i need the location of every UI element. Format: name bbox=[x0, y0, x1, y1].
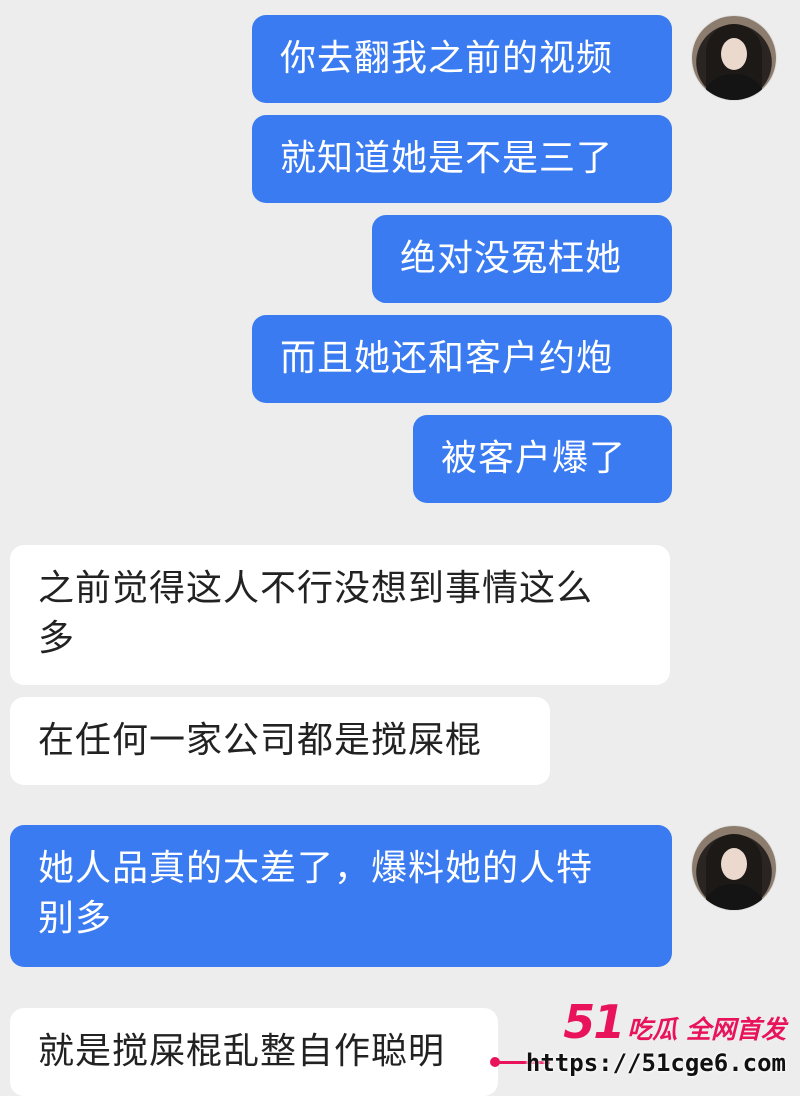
watermark-brand-tag: 吃瓜 全网首发 bbox=[627, 1015, 786, 1044]
message-bubble-sent[interactable]: 她人品真的太差了，爆料她的人特 别多 bbox=[10, 825, 672, 967]
message-bubble-sent[interactable]: 而且她还和客户约炮 bbox=[252, 315, 672, 403]
user-avatar[interactable] bbox=[692, 826, 776, 910]
watermark-brand: 51 吃瓜 全网首发 bbox=[563, 995, 786, 1049]
message-bubble-sent[interactable]: 你去翻我之前的视频 bbox=[252, 15, 672, 103]
watermark-url: https://51cge6.com bbox=[525, 1049, 786, 1077]
avatar-face-shape bbox=[721, 38, 747, 70]
site-watermark: 51 吃瓜 全网首发 https://51cge6.com bbox=[490, 995, 792, 1087]
message-bubble-sent[interactable]: 被客户爆了 bbox=[413, 415, 672, 503]
message-bubble-received[interactable]: 之前觉得这人不行没想到事情这么 多 bbox=[10, 545, 670, 685]
message-bubble-received[interactable]: 在任何一家公司都是搅屎棍 bbox=[10, 697, 550, 785]
message-bubble-received[interactable]: 就是搅屎棍乱整自作聪明 bbox=[10, 1008, 498, 1096]
avatar-face-shape bbox=[721, 848, 747, 880]
message-bubble-sent[interactable]: 就知道她是不是三了 bbox=[252, 115, 672, 203]
watermark-brand-number: 51 bbox=[563, 995, 625, 1049]
message-bubble-sent[interactable]: 绝对没冤枉她 bbox=[372, 215, 672, 303]
user-avatar[interactable] bbox=[692, 16, 776, 100]
